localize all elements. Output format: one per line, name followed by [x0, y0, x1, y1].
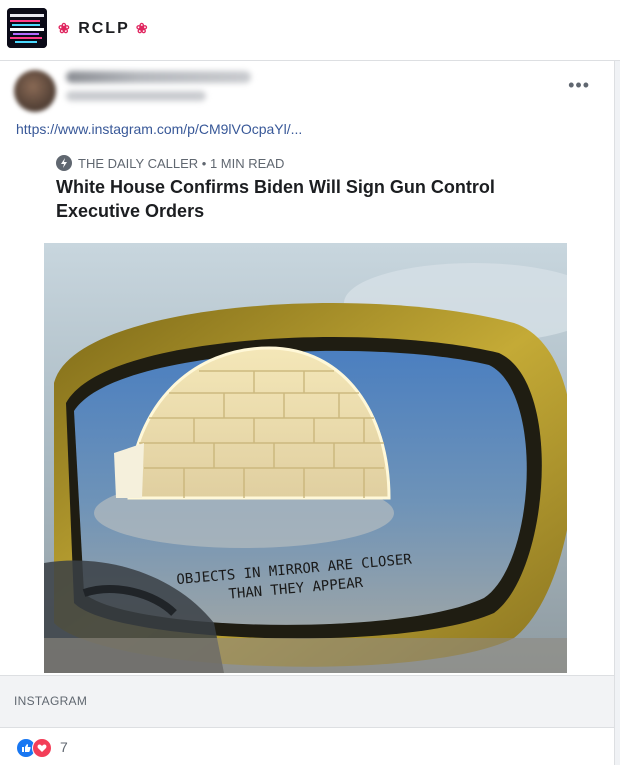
group-name[interactable]: ❀ RCLP ❀ — [58, 20, 150, 38]
group-logo-icon — [7, 8, 47, 48]
flower-icon: ❀ — [58, 20, 72, 36]
bolt-icon — [56, 155, 72, 171]
igloo-mirror-image: OBJECTS IN MIRROR ARE CLOSER THAN THEY A… — [44, 243, 604, 673]
reactions[interactable]: 7 — [16, 738, 68, 758]
card-domain: INSTAGRAM — [14, 694, 88, 708]
article-source-text: THE DAILY CALLER • 1 MIN READ — [78, 155, 285, 171]
article-title: White House Confirms Biden Will Sign Gun… — [56, 177, 495, 221]
link-preview-card[interactable]: THE DAILY CALLER • 1 MIN READ White Hous… — [0, 151, 614, 728]
reaction-icons — [16, 738, 54, 758]
post: ••• https://www.instagram.com/p/CM9lVOcp… — [0, 61, 615, 765]
card-footer: INSTAGRAM — [0, 675, 614, 728]
group-avatar[interactable] — [7, 8, 47, 48]
author-name-redacted — [66, 71, 251, 83]
flower-icon: ❀ — [135, 20, 150, 36]
author-avatar[interactable] — [14, 70, 56, 112]
reaction-count[interactable]: 7 — [60, 739, 68, 755]
article-image: OBJECTS IN MIRROR ARE CLOSER THAN THEY A… — [44, 243, 604, 673]
article-source: THE DAILY CALLER • 1 MIN READ — [56, 155, 284, 171]
group-name-text: RCLP — [78, 20, 130, 37]
group-header: ❀ RCLP ❀ — [0, 0, 620, 61]
post-meta-redacted — [66, 91, 206, 101]
article-header: THE DAILY CALLER • 1 MIN READ White Hous… — [44, 151, 567, 243]
love-icon — [32, 738, 52, 758]
more-options-button[interactable]: ••• — [568, 75, 590, 96]
post-link[interactable]: https://www.instagram.com/p/CM9lVOcpaYl/… — [16, 121, 302, 137]
